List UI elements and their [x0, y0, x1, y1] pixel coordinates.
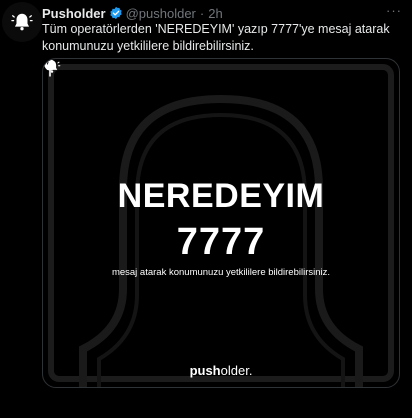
tweet-text: Tüm operatörlerden 'NEREDEYIM' yazıp 777… [42, 22, 390, 53]
tweet-header: Pusholder @pusholder · 2h [42, 4, 402, 22]
more-options-icon[interactable]: ··· [386, 3, 402, 18]
bell-icon [43, 60, 61, 73]
brand-bold: push [189, 363, 221, 378]
tweet: Pusholder @pusholder · 2h ··· Tüm operat… [0, 0, 412, 418]
bell-icon [11, 13, 33, 31]
media-number: 7777 [176, 221, 266, 263]
timestamp[interactable]: 2h [208, 6, 222, 21]
author-name[interactable]: Pusholder [42, 6, 106, 21]
media-headline: NEREDEYIM [117, 177, 325, 215]
separator: · [199, 5, 205, 21]
author-handle[interactable]: @pusholder [126, 6, 196, 21]
tweet-media-image[interactable]: NEREDEYIM 7777 mesaj atarak konumunuzu y… [42, 58, 400, 388]
media-subtitle: mesaj atarak konumunuzu yetkililere bild… [111, 267, 331, 278]
verified-badge-icon [109, 6, 123, 20]
avatar[interactable] [2, 2, 42, 42]
brand-rest: older. [220, 363, 253, 378]
brand-logo-text: pusholder. [43, 363, 399, 378]
tweet-actions-bar [42, 392, 398, 412]
